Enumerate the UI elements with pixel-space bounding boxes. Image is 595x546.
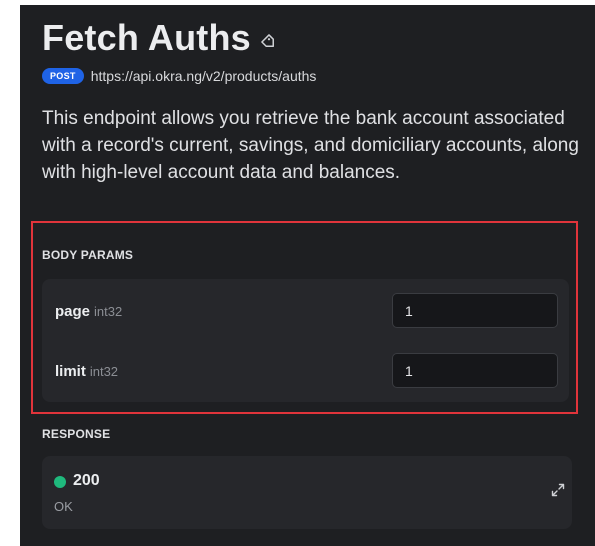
response-card[interactable]: 200 OK	[42, 456, 572, 529]
method-badge: POST	[42, 68, 84, 84]
params-card: pageint32 limitint32	[42, 279, 569, 402]
param-name-text: limit	[55, 363, 86, 380]
param-name-text: page	[55, 303, 91, 320]
endpoint-description: This endpoint allows you retrieve the ba…	[42, 108, 579, 183]
api-endpoint-panel: Fetch Auths POST https://api.okra.ng/v2/…	[20, 5, 595, 546]
param-name: page int32	[55, 303, 122, 320]
status-text: OK	[54, 499, 73, 514]
expand-arrows-icon[interactable]	[550, 482, 566, 498]
param-row-page: page int32	[42, 293, 569, 331]
param-row-limit: limit int32	[42, 353, 569, 391]
limit-input[interactable]	[392, 353, 558, 388]
tag-icon[interactable]	[261, 34, 277, 50]
body-params-section: BODY PARAMS pageint32 limitint32	[31, 221, 578, 414]
param-type: int32	[94, 304, 123, 319]
status-code: 200	[73, 472, 100, 489]
status-dot	[54, 476, 66, 488]
body-params-label: BODY PARAMS	[42, 248, 134, 262]
endpoint-url-row: POST https://api.okra.ng/v2/products/aut…	[42, 68, 316, 84]
page-title: Fetch Auths	[42, 17, 251, 58]
param-type: int32	[89, 364, 119, 379]
response-label: RESPONSE	[42, 427, 111, 441]
title-row: Fetch Auths	[42, 17, 277, 59]
endpoint-url[interactable]: https://api.okra.ng/v2/products/auths	[91, 68, 317, 84]
param-name: limit int32	[55, 363, 118, 380]
page-input[interactable]	[392, 293, 558, 328]
